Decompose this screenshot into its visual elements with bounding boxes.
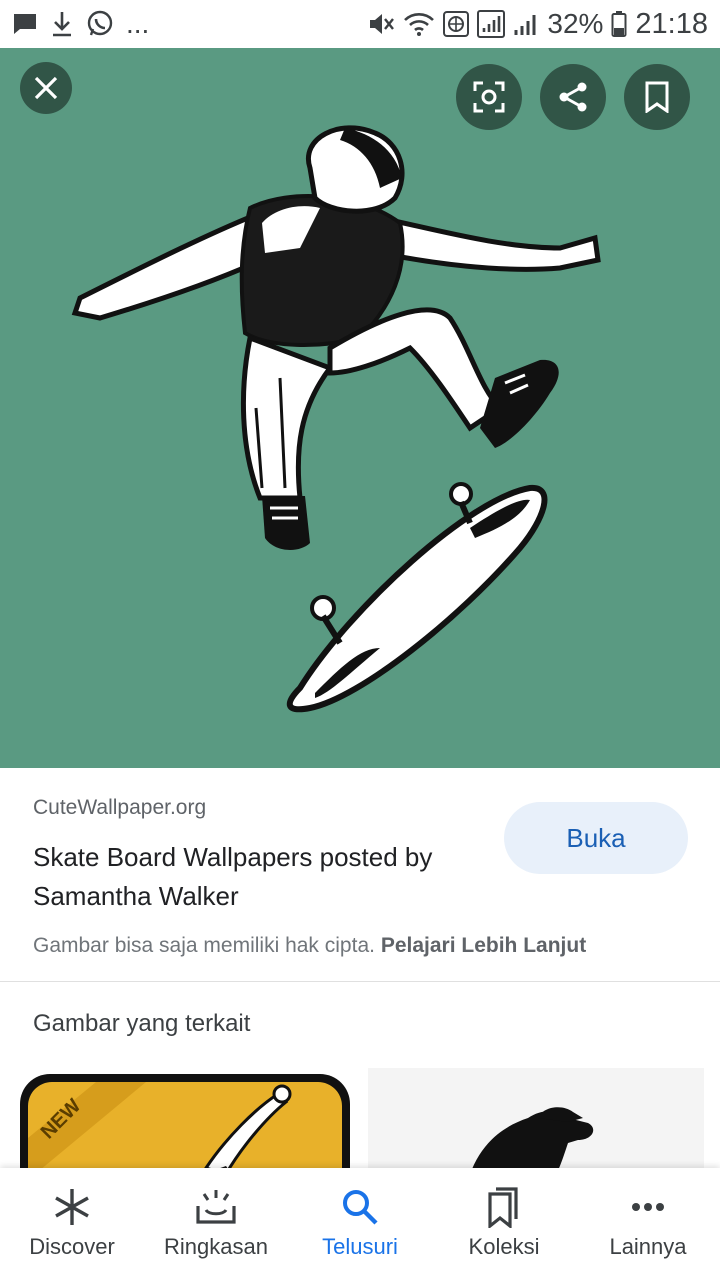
signal-box-icon (477, 10, 506, 38)
copyright-notice: Gambar bisa saja memiliki hak cipta. Pel… (33, 934, 586, 958)
nav-lainnya[interactable]: Lainnya (576, 1168, 720, 1280)
clock: 21:18 (635, 7, 708, 40)
result-info-panel: CuteWallpaper.org Skate Board Wallpapers… (0, 768, 720, 982)
bookmark-icon (645, 81, 669, 113)
skater-silhouette-thumbnail (468, 1107, 594, 1180)
nav-label: Lainnya (609, 1234, 687, 1259)
battery-icon (611, 10, 627, 38)
nav-ringkasan[interactable]: Ringkasan (144, 1168, 288, 1280)
message-icon (12, 11, 38, 37)
asterisk-icon (55, 1189, 89, 1225)
collections-icon (488, 1187, 518, 1228)
share-button[interactable] (540, 64, 606, 130)
nav-telusuri[interactable]: Telusuri (288, 1168, 432, 1280)
signal-icon (513, 11, 539, 37)
search-icon (343, 1190, 378, 1225)
nav-label: Discover (29, 1234, 115, 1259)
bottom-navigation: Discover Ringkasan Telusuri Koleksi Lain… (0, 1168, 720, 1280)
whatsapp-icon (86, 10, 114, 38)
lens-icon (473, 81, 505, 113)
nav-label: Telusuri (322, 1234, 398, 1259)
copyright-text: Gambar bisa saja memiliki hak cipta. (33, 934, 375, 957)
globe-icon (443, 11, 470, 37)
related-images-heading: Gambar yang terkait (33, 1010, 251, 1037)
skateboarder-illustration (71, 125, 601, 713)
nav-discover[interactable]: Discover (0, 1168, 144, 1280)
tray-icon (196, 1190, 236, 1224)
nav-label: Ringkasan (164, 1234, 268, 1259)
related-image-thumb[interactable]: NEW (16, 1068, 352, 1180)
result-title[interactable]: Skate Board Wallpapers posted by Samanth… (33, 838, 483, 916)
share-icon (559, 82, 587, 112)
status-more: ... (126, 8, 150, 39)
skateboard-graphic (286, 482, 548, 713)
lens-search-button[interactable] (456, 64, 522, 130)
source-domain[interactable]: CuteWallpaper.org (33, 796, 206, 820)
download-icon (50, 10, 74, 38)
nav-label: Koleksi (468, 1234, 540, 1259)
learn-more-link[interactable]: Pelajari Lebih Lanjut (381, 934, 586, 957)
related-image-thumb[interactable] (368, 1068, 704, 1180)
wifi-icon (403, 10, 435, 38)
bookmark-button[interactable] (624, 64, 690, 130)
open-button[interactable]: Buka (504, 802, 688, 874)
close-button[interactable] (20, 62, 72, 114)
close-icon (34, 76, 58, 100)
battery-percent: 32% (547, 8, 604, 39)
status-bar: ... 32% 21:18 (0, 0, 720, 48)
nav-koleksi[interactable]: Koleksi (432, 1168, 576, 1280)
hero-image[interactable] (0, 48, 720, 768)
mute-icon (367, 10, 395, 38)
more-icon (632, 1203, 664, 1211)
